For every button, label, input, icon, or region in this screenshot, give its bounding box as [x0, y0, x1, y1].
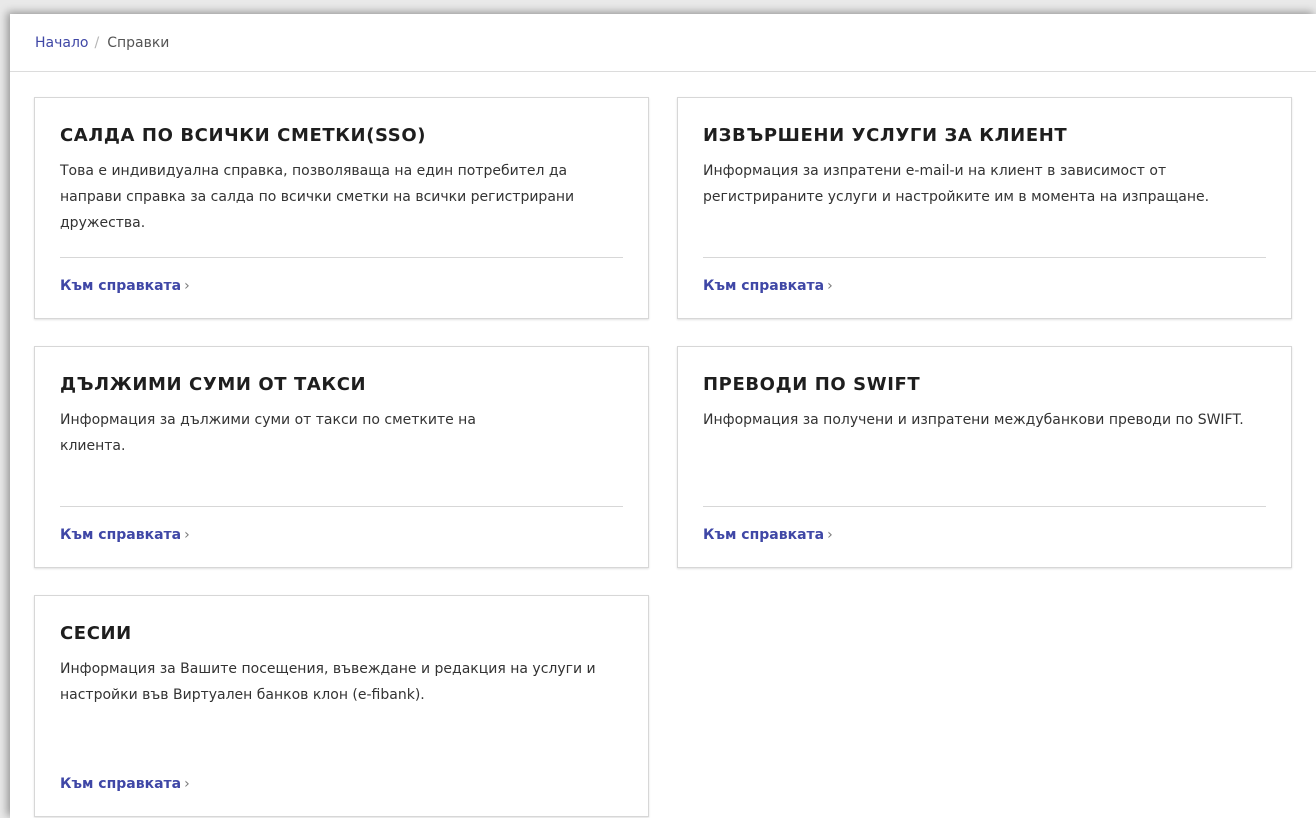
card-description: Информация за дължими суми от такси по с…: [60, 412, 476, 454]
card-title: ИЗВЪРШЕНИ УСЛУГИ ЗА КЛИЕНТ: [703, 125, 1068, 146]
card-report-link[interactable]: Към справката ›: [703, 278, 833, 294]
card-divider: [60, 506, 623, 507]
card-title: ДЪЛЖИМИ СУМИ ОТ ТАКСИ: [60, 374, 367, 395]
chevron-right-icon: ›: [827, 527, 833, 543]
chevron-right-icon: ›: [827, 278, 833, 294]
page-frame: Начало / Справки САЛДА ПО ВСИЧКИ СМЕТКИ(…: [10, 14, 1316, 818]
card-report-link[interactable]: Към справката ›: [60, 278, 190, 294]
breadcrumb-current: Справки: [107, 34, 170, 51]
card-link-label: Към справката: [60, 278, 182, 294]
card-description: Информация за получени и изпратени между…: [703, 412, 1244, 428]
card-report-link[interactable]: Към справката ›: [703, 527, 833, 543]
card-report-link[interactable]: Към справката ›: [60, 776, 190, 792]
report-card-fees-due: ДЪЛЖИМИ СУМИ ОТ ТАКСИ Информация за дълж…: [34, 346, 649, 568]
card-divider: [703, 506, 1266, 507]
card-divider: [703, 257, 1266, 258]
breadcrumb-separator: /: [94, 34, 100, 51]
report-card-sessions: СЕСИИ Информация за Вашите посещения, въ…: [34, 595, 649, 817]
card-link-label: Към справката: [60, 776, 182, 792]
card-title: ПРЕВОДИ ПО SWIFT: [703, 374, 921, 395]
card-title: СЕСИИ: [60, 623, 132, 644]
report-card-client-services: ИЗВЪРШЕНИ УСЛУГИ ЗА КЛИЕНТ Информация за…: [677, 97, 1292, 319]
chevron-right-icon: ›: [184, 278, 190, 294]
report-card-swift-transfers: ПРЕВОДИ ПО SWIFT Информация за получени …: [677, 346, 1292, 568]
card-link-label: Към справката: [703, 278, 825, 294]
card-title: САЛДА ПО ВСИЧКИ СМЕТКИ(SSO): [60, 125, 427, 146]
card-report-link[interactable]: Към справката ›: [60, 527, 190, 543]
card-divider: [60, 257, 623, 258]
breadcrumb: Начало / Справки: [10, 14, 1316, 72]
chevron-right-icon: ›: [184, 776, 190, 792]
breadcrumb-home-link[interactable]: Начало: [35, 35, 88, 51]
report-card-balances: САЛДА ПО ВСИЧКИ СМЕТКИ(SSO) Това е индив…: [34, 97, 649, 319]
card-description: Информация за Вашите посещения, въвеждан…: [60, 661, 596, 703]
card-description: Това е индивидуална справка, позволяваща…: [60, 163, 575, 231]
card-link-label: Към справката: [703, 527, 825, 543]
card-description: Информация за изпратени e-mail-и на клие…: [703, 163, 1210, 205]
chevron-right-icon: ›: [184, 527, 190, 543]
card-link-label: Към справката: [60, 527, 182, 543]
